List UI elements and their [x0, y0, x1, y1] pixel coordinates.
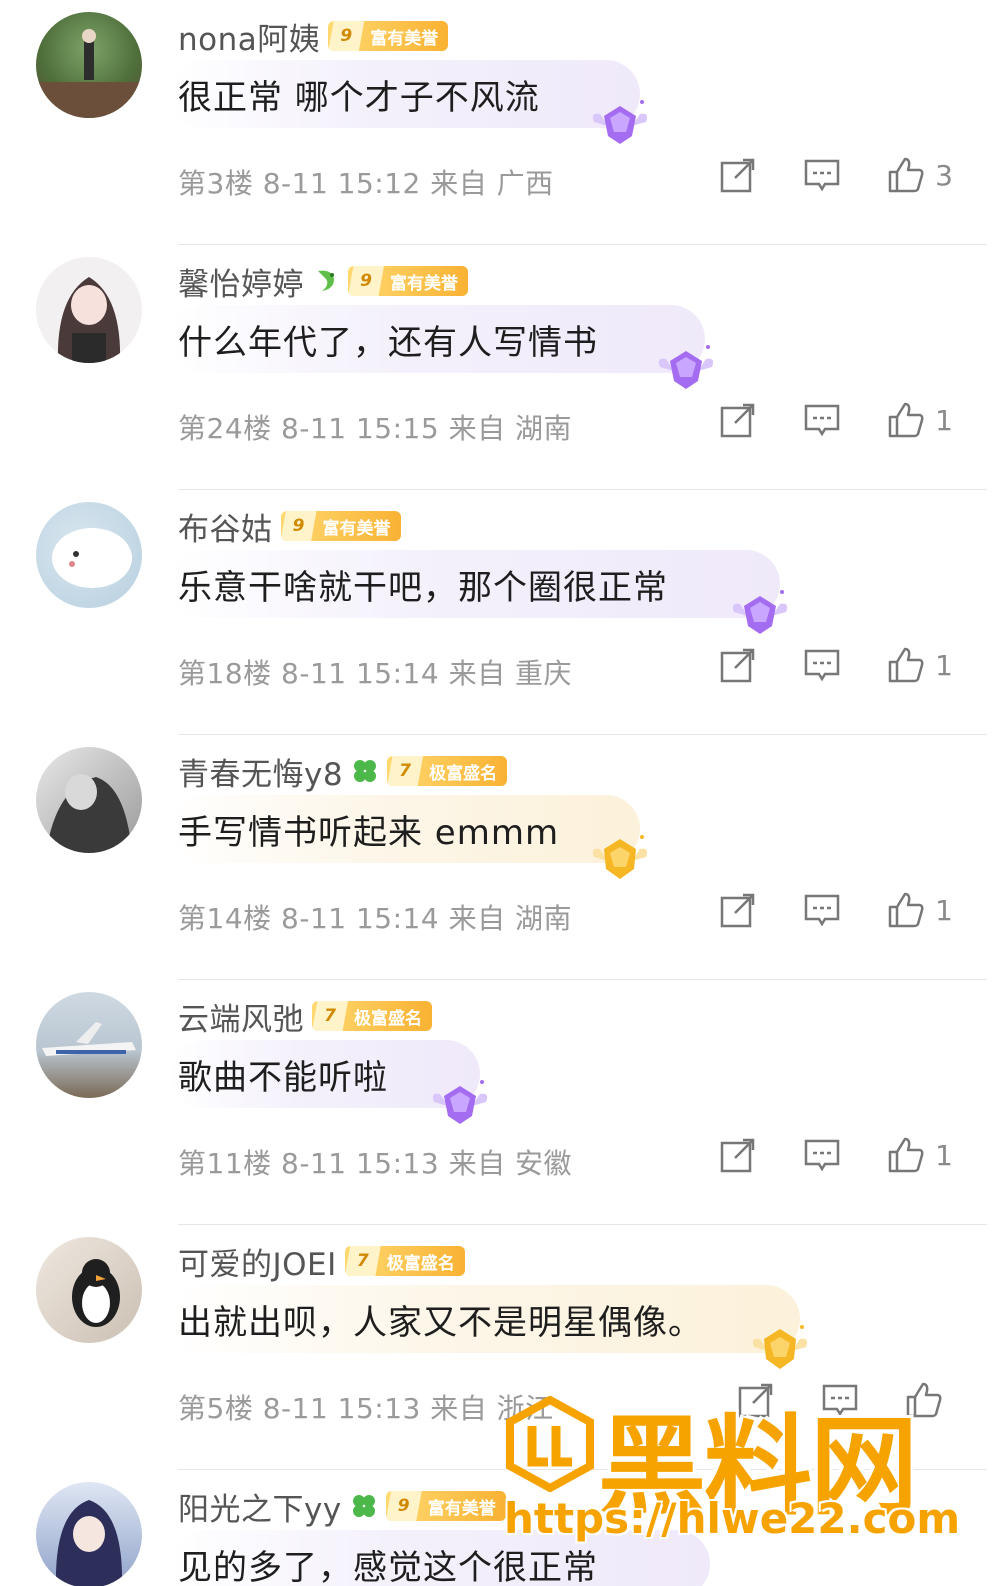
like-count: 1 — [935, 1138, 953, 1172]
purple-gem-icon — [658, 345, 714, 389]
comment-item: 可爱的JOEI 7 极富盛名 出就出呗，人家又不是明星偶像。 第5楼 8-11 1… — [0, 1225, 999, 1470]
avatar[interactable] — [36, 1482, 142, 1586]
comment-item: 布谷姑 9 富有美誉 乐意干啥就干吧，那个圈很正常 第18楼 8-11 15:14… — [0, 490, 999, 735]
like-count: 3 — [935, 158, 953, 192]
fame-badge: 9 富有美誉 — [348, 266, 468, 296]
comment-bubble: 见的多了，感觉这个很正常 — [170, 1530, 710, 1586]
comment-bubble: 出就出呗，人家又不是明星偶像。 — [170, 1285, 800, 1353]
username[interactable]: 阳光之下yy — [178, 1484, 342, 1529]
thumbs-up-icon — [888, 892, 924, 928]
comment-bubble: 很正常 哪个才子不风流 — [170, 60, 640, 128]
username[interactable]: 馨怡婷婷 — [178, 259, 304, 304]
reply-icon[interactable] — [803, 156, 841, 194]
comment-text: 什么年代了，还有人写情书 — [178, 322, 598, 363]
thumbs-up-icon — [888, 1137, 924, 1173]
gold-gem-icon — [752, 1325, 808, 1369]
fame-badge: 9 富有美誉 — [328, 21, 449, 51]
reply-icon[interactable] — [821, 1381, 859, 1419]
comment-meta: 第5楼 8-11 15:13 来自 浙江 — [178, 1392, 554, 1425]
comment-bubble: 乐意干啥就干吧，那个圈很正常 — [170, 550, 780, 618]
comment-bubble: 什么年代了，还有人写情书 — [170, 305, 705, 373]
fame-badge: 7 极富盛名 — [344, 1246, 465, 1276]
like-button[interactable] — [905, 1381, 953, 1419]
username[interactable]: 布谷姑 — [178, 504, 273, 549]
reply-icon[interactable] — [803, 401, 841, 439]
avatar[interactable] — [36, 992, 142, 1098]
like-count: 1 — [935, 893, 953, 927]
avatar[interactable] — [36, 12, 142, 118]
like-count: 1 — [935, 648, 953, 682]
comment-meta: 第3楼 8-11 15:12 来自 广西 — [178, 167, 554, 200]
fame-badge: 7 极富盛名 — [312, 1001, 432, 1031]
username[interactable]: nona阿姨 — [178, 14, 320, 59]
dragon-icon — [318, 270, 334, 291]
like-button[interactable]: 1 — [887, 646, 953, 684]
comment-text: 歌曲不能听啦 — [178, 1057, 388, 1098]
purple-gem-icon — [432, 1080, 488, 1124]
like-button[interactable]: 1 — [887, 891, 953, 929]
gold-gem-icon — [592, 835, 648, 879]
thumbs-up-icon — [906, 1382, 942, 1418]
fame-badge: 9 富有美誉 — [280, 511, 401, 541]
share-icon[interactable] — [719, 401, 757, 439]
comment-item: 馨怡婷婷 9 富有美誉 什么年代了，还有人写情书 第24楼 8-11 15:15 … — [0, 245, 999, 490]
like-button[interactable]: 1 — [887, 401, 953, 439]
comment-item: 青春无悔y8 7 极富盛名 手写情书听起来 emmm 第14楼 8-11 15:1… — [0, 735, 999, 980]
comment-text: 见的多了，感觉这个很正常 — [178, 1547, 598, 1586]
share-icon[interactable] — [719, 646, 757, 684]
share-icon[interactable] — [719, 891, 757, 929]
username[interactable]: 青春无悔y8 — [178, 749, 343, 794]
comment-bubble: 手写情书听起来 emmm — [170, 795, 640, 863]
clover-icon — [352, 1495, 375, 1517]
comment-text: 出就出呗，人家又不是明星偶像。 — [178, 1302, 703, 1343]
comment-text: 手写情书听起来 emmm — [178, 812, 560, 853]
share-icon[interactable] — [719, 1136, 757, 1174]
comment-meta: 第14楼 8-11 15:14 来自 湖南 — [178, 902, 572, 935]
comment-meta: 第11楼 8-11 15:13 来自 安徽 — [178, 1147, 572, 1180]
username[interactable]: 云端风弛 — [178, 994, 304, 1039]
comment-meta: 第18楼 8-11 15:14 来自 重庆 — [178, 657, 572, 690]
comment-text: 乐意干啥就干吧，那个圈很正常 — [178, 567, 668, 608]
avatar[interactable] — [36, 257, 142, 363]
comment-item: nona阿姨 9 富有美誉 很正常 哪个才子不风流 第3楼 8-11 15:12 … — [0, 0, 999, 245]
thumbs-up-icon — [888, 647, 924, 683]
comment-text: 很正常 哪个才子不风流 — [178, 77, 540, 118]
reply-icon[interactable] — [803, 646, 841, 684]
like-button[interactable]: 3 — [887, 156, 953, 194]
like-count: 1 — [935, 403, 953, 437]
reply-icon[interactable] — [803, 891, 841, 929]
share-icon[interactable] — [737, 1381, 775, 1419]
comment-meta: 第24楼 8-11 15:15 来自 湖南 — [178, 412, 572, 445]
fame-badge: 7 极富盛名 — [387, 756, 508, 786]
clover-icon — [354, 760, 377, 782]
like-button[interactable]: 1 — [887, 1136, 953, 1174]
username[interactable]: 可爱的JOEI — [178, 1239, 337, 1284]
comment-item: 阳光之下yy 9 富有美誉 见的多了，感觉这个很正常 — [0, 1470, 999, 1586]
reply-icon[interactable] — [803, 1136, 841, 1174]
avatar[interactable] — [36, 502, 142, 608]
purple-gem-icon — [592, 100, 648, 144]
comment-item: 云端风弛 7 极富盛名 歌曲不能听啦 第11楼 8-11 15:13 来自 安徽 … — [0, 980, 999, 1225]
avatar[interactable] — [36, 1237, 142, 1343]
purple-gem-icon — [732, 590, 788, 634]
thumbs-up-icon — [888, 402, 924, 438]
thumbs-up-icon — [888, 157, 924, 193]
avatar[interactable] — [36, 747, 142, 853]
fame-badge: 9 富有美誉 — [385, 1491, 506, 1521]
share-icon[interactable] — [719, 156, 757, 194]
